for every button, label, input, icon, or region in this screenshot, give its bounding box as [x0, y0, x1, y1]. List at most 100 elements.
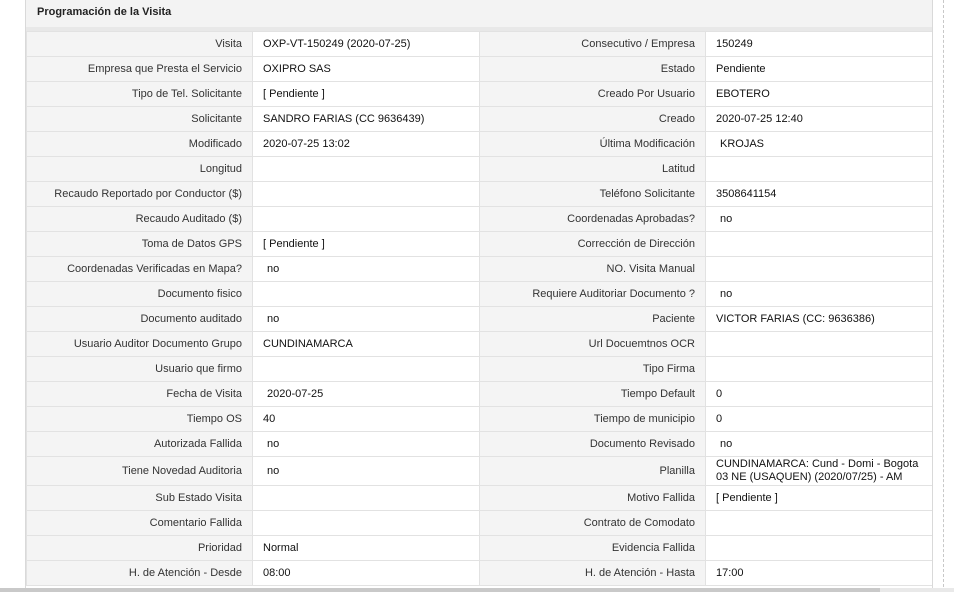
field-label: Estado — [479, 56, 706, 82]
field-value: no — [252, 256, 480, 282]
field-value: 17:00 — [705, 560, 932, 586]
field-value: 3508641154 — [705, 181, 932, 207]
field-label: Sub Estado Visita — [26, 485, 253, 511]
field-label: Requiere Auditoriar Documento ? — [479, 281, 706, 307]
field-value: KROJAS — [705, 131, 932, 157]
table-row: Coordenadas Verificadas en Mapa? no NO. … — [26, 256, 932, 282]
field-label: Planilla — [479, 456, 706, 486]
field-label: Contrato de Comodato — [479, 510, 706, 536]
field-label: Solicitante — [26, 106, 253, 132]
field-label: NO. Visita Manual — [479, 256, 706, 282]
table-row: Usuario Auditor Documento Grupo CUNDINAM… — [26, 331, 932, 357]
field-label: Paciente — [479, 306, 706, 332]
field-label: Modificado — [26, 131, 253, 157]
field-label: Recaudo Auditado ($) — [26, 206, 253, 232]
field-value: 40 — [252, 406, 480, 432]
field-value: CUNDINAMARCA — [252, 331, 480, 357]
field-label: Motivo Fallida — [479, 485, 706, 511]
field-value: SANDRO FARIAS (CC 9636439) — [252, 106, 480, 132]
field-value: no — [252, 306, 480, 332]
field-label: H. de Atención - Hasta — [479, 560, 706, 586]
field-label: Usuario Auditor Documento Grupo — [26, 331, 253, 357]
field-value: Pendiente — [705, 56, 932, 82]
table-row: Sub Estado Visita Motivo Fallida [ Pendi… — [26, 485, 932, 511]
horizontal-scrollbar[interactable] — [0, 588, 954, 592]
field-value — [252, 206, 480, 232]
field-value: OXIPRO SAS — [252, 56, 480, 82]
table-row: H. de Atención - Desde 08:00 H. de Atenc… — [26, 560, 932, 586]
field-label: Creado — [479, 106, 706, 132]
table-row: Usuario que firmo Tipo Firma — [26, 356, 932, 382]
field-value: no — [705, 431, 932, 457]
field-value: [ Pendiente ] — [252, 81, 480, 107]
field-label: Tipo de Tel. Solicitante — [26, 81, 253, 107]
field-value: 2020-07-25 12:40 — [705, 106, 932, 132]
field-value: 0 — [705, 406, 932, 432]
visit-schedule-panel: Programación de la Visita Visita OXP-VT-… — [25, 0, 933, 592]
field-label: Corrección de Dirección — [479, 231, 706, 257]
field-value — [252, 510, 480, 536]
field-label: Coordenadas Verificadas en Mapa? — [26, 256, 253, 282]
field-value — [705, 356, 932, 382]
field-label: Usuario que firmo — [26, 356, 253, 382]
field-label: Tiempo OS — [26, 406, 253, 432]
table-row: Documento auditado no Paciente VICTOR FA… — [26, 306, 932, 332]
table-row: Comentario Fallida Contrato de Comodato — [26, 510, 932, 536]
panel-title: Programación de la Visita — [26, 0, 932, 31]
field-value: CUNDINAMARCA: Cund - Domi - Bogota 03 NE… — [705, 456, 932, 486]
field-label: Documento fisico — [26, 281, 253, 307]
table-row: Autorizada Fallida no Documento Revisado… — [26, 431, 932, 457]
field-value: no — [252, 431, 480, 457]
table-row: Visita OXP-VT-150249 (2020-07-25) Consec… — [26, 31, 932, 57]
field-value: no — [252, 456, 480, 486]
field-value — [705, 535, 932, 561]
table-row: Longitud Latitud — [26, 156, 932, 182]
field-value: [ Pendiente ] — [705, 485, 932, 511]
field-label: Recaudo Reportado por Conductor ($) — [26, 181, 253, 207]
field-label: Latitud — [479, 156, 706, 182]
table-row: Empresa que Presta el Servicio OXIPRO SA… — [26, 56, 932, 82]
table-row: Tiene Novedad Auditoria no Planilla CUND… — [26, 456, 932, 486]
table-row: Modificado 2020-07-25 13:02 Última Modif… — [26, 131, 932, 157]
field-value: no — [705, 206, 932, 232]
field-value — [705, 331, 932, 357]
field-label: Autorizada Fallida — [26, 431, 253, 457]
table-row: Solicitante SANDRO FARIAS (CC 9636439) C… — [26, 106, 932, 132]
field-value: 2020-07-25 13:02 — [252, 131, 480, 157]
table-row: Recaudo Auditado ($) Coordenadas Aprobad… — [26, 206, 932, 232]
table-row: Documento fisico Requiere Auditoriar Doc… — [26, 281, 932, 307]
field-label: Tiempo Default — [479, 381, 706, 407]
field-value: 08:00 — [252, 560, 480, 586]
field-value — [705, 156, 932, 182]
field-value: 2020-07-25 — [252, 381, 480, 407]
field-label: Teléfono Solicitante — [479, 181, 706, 207]
visit-details-table: Visita OXP-VT-150249 (2020-07-25) Consec… — [26, 31, 932, 586]
field-value: 0 — [705, 381, 932, 407]
table-row: Fecha de Visita 2020-07-25 Tiempo Defaul… — [26, 381, 932, 407]
field-value: OXP-VT-150249 (2020-07-25) — [252, 31, 480, 57]
field-value — [252, 485, 480, 511]
field-value: 150249 — [705, 31, 932, 57]
table-row: Tipo de Tel. Solicitante [ Pendiente ] C… — [26, 81, 932, 107]
field-label: Prioridad — [26, 535, 253, 561]
page-edge-dashed-line — [943, 0, 944, 592]
field-value: Normal — [252, 535, 480, 561]
field-label: Consecutivo / Empresa — [479, 31, 706, 57]
field-value: [ Pendiente ] — [252, 231, 480, 257]
field-label: H. de Atención - Desde — [26, 560, 253, 586]
field-value: no — [705, 281, 932, 307]
field-label: Tiene Novedad Auditoria — [26, 456, 253, 486]
scrollbar-thumb[interactable] — [0, 588, 880, 592]
field-label: Evidencia Fallida — [479, 535, 706, 561]
field-label: Url Docuemtnos OCR — [479, 331, 706, 357]
field-label: Tipo Firma — [479, 356, 706, 382]
field-value: EBOTERO — [705, 81, 932, 107]
field-value — [705, 256, 932, 282]
field-value: VICTOR FARIAS (CC: 9636386) — [705, 306, 932, 332]
field-value — [252, 156, 480, 182]
field-label: Comentario Fallida — [26, 510, 253, 536]
table-row: Tiempo OS 40 Tiempo de municipio 0 — [26, 406, 932, 432]
field-value — [705, 231, 932, 257]
field-label: Creado Por Usuario — [479, 81, 706, 107]
field-label: Documento auditado — [26, 306, 253, 332]
